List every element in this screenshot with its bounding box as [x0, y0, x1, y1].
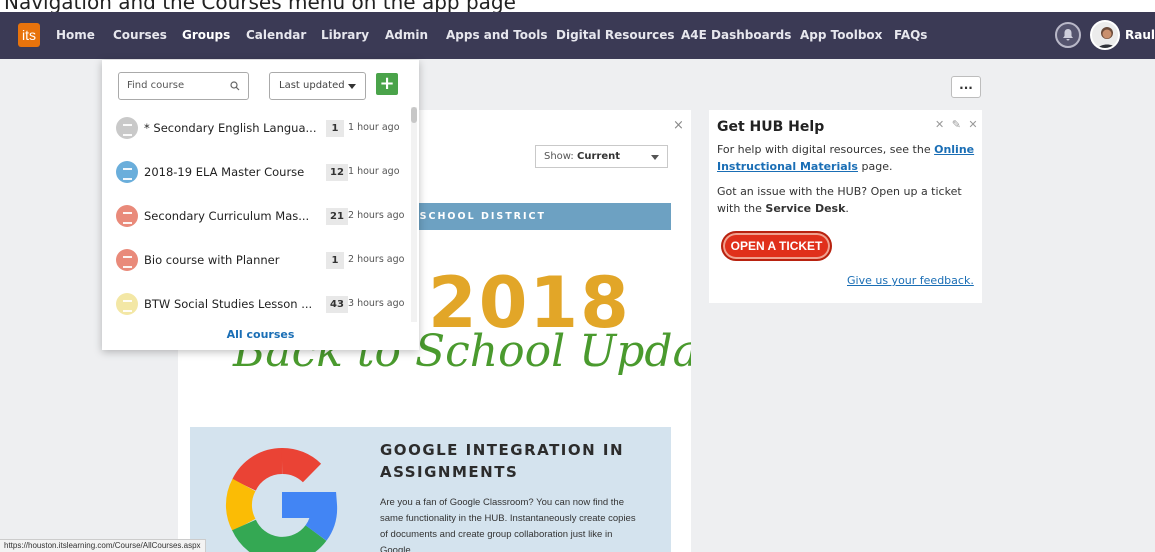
course-name: 2018-19 ELA Master Course [144, 165, 305, 179]
course-item[interactable]: Bio course with Planner 1 2 hours ago [102, 238, 410, 282]
show-filter-select[interactable]: Show: Current [535, 145, 668, 168]
user-avatar[interactable] [1090, 20, 1120, 50]
cropped-caption: Navigation and the Courses menu on the a… [0, 0, 1155, 12]
course-icon [116, 161, 138, 183]
course-name: * Secondary English Langua... [144, 121, 317, 135]
nav-groups[interactable]: Groups [182, 12, 230, 59]
course-item[interactable]: * Secondary English Langua... 1 1 hour a… [102, 106, 410, 150]
sort-select[interactable]: Last updated [269, 72, 366, 100]
nav-a4e-dashboards[interactable]: A4E Dashboards [681, 12, 791, 59]
close-icon[interactable]: × [673, 118, 684, 133]
nav-calendar[interactable]: Calendar [246, 12, 306, 59]
hub-text-part: . [845, 202, 849, 215]
course-updated-time: 1 hour ago [348, 122, 400, 133]
course-update-count: 1 [326, 120, 344, 137]
nav-home[interactable]: Home [56, 12, 95, 59]
show-filter-value: Current [577, 151, 621, 162]
course-update-count: 43 [326, 296, 348, 313]
course-icon [116, 249, 138, 271]
google-integration-body: Are you a fan of Google Classroom? You c… [380, 497, 636, 552]
course-item[interactable]: 2018-19 ELA Master Course 12 1 hour ago [102, 150, 410, 194]
service-desk-label: Service Desk [765, 202, 846, 215]
search-icon [230, 81, 240, 91]
course-updated-time: 3 hours ago [348, 298, 405, 309]
hub-help-widget: Get HUB Help ✕ ✎ ✕ For help with digital… [709, 110, 982, 303]
course-updated-time: 1 hour ago [348, 166, 400, 177]
course-icon [116, 205, 138, 227]
add-course-button[interactable]: + [376, 73, 398, 95]
hub-help-text-ticket: Got an issue with the HUB? Open up a tic… [717, 183, 979, 217]
hub-text-part: For help with digital resources, see the [717, 143, 931, 156]
notifications-bell-icon[interactable] [1055, 22, 1081, 48]
course-icon [116, 117, 138, 139]
hub-help-text-resources: For help with digital resources, see the… [717, 141, 977, 175]
nav-apps-and-tools[interactable]: Apps and Tools [446, 12, 548, 59]
all-courses-link[interactable]: All courses [102, 328, 419, 341]
google-logo-icon [225, 447, 338, 552]
nav-faqs[interactable]: FAQs [894, 12, 927, 59]
course-list-scrollbar[interactable] [411, 107, 417, 322]
course-icon [116, 293, 138, 315]
more-options-button[interactable]: ... [951, 76, 981, 98]
chevron-down-icon [348, 84, 356, 89]
show-filter-label: Show: [544, 151, 574, 162]
google-integration-block: GOOGLE INTEGRATION IN ASSIGNMENTS Are yo… [190, 427, 671, 552]
course-update-count: 21 [326, 208, 348, 225]
course-updated-time: 2 hours ago [348, 254, 405, 265]
hub-text-part: page. [861, 160, 893, 173]
nav-courses[interactable]: Courses [113, 12, 167, 59]
course-name: Bio course with Planner [144, 253, 280, 267]
course-updated-time: 2 hours ago [348, 210, 405, 221]
nav-library[interactable]: Library [321, 12, 369, 59]
nav-app-toolbox[interactable]: App Toolbox [800, 12, 882, 59]
course-item[interactable]: BTW Social Studies Lesson ... 43 3 hours… [102, 282, 410, 326]
hub-help-title: Get HUB Help [717, 119, 825, 135]
chevron-down-icon [651, 155, 659, 160]
sort-select-value: Last updated [279, 80, 345, 91]
feedback-link[interactable]: Give us your feedback. [847, 274, 974, 287]
nav-admin[interactable]: Admin [385, 12, 428, 59]
course-item[interactable]: Secondary Curriculum Mas... 21 2 hours a… [102, 194, 410, 238]
google-integration-title: GOOGLE INTEGRATION IN ASSIGNMENTS [380, 441, 625, 481]
top-navbar: its Home Courses Groups Calendar Library… [0, 12, 1155, 59]
course-name: Secondary Curriculum Mas... [144, 209, 310, 223]
nav-digital-resources[interactable]: Digital Resources [556, 12, 675, 59]
courses-dropdown: Find course Last updated + * Secondary E… [102, 60, 419, 350]
status-bar-url: https://houston.itslearning.com/Course/A… [0, 539, 206, 552]
widget-tools-icons[interactable]: ✕ ✎ ✕ [935, 118, 980, 131]
course-name: BTW Social Studies Lesson ... [144, 297, 313, 311]
scrollbar-thumb[interactable] [411, 107, 417, 123]
course-update-count: 12 [326, 164, 348, 181]
user-name[interactable]: Raul [1125, 12, 1155, 59]
itslearning-logo[interactable]: its [18, 23, 40, 47]
course-update-count: 1 [326, 252, 344, 269]
open-ticket-button[interactable]: OPEN A TICKET [721, 231, 832, 261]
